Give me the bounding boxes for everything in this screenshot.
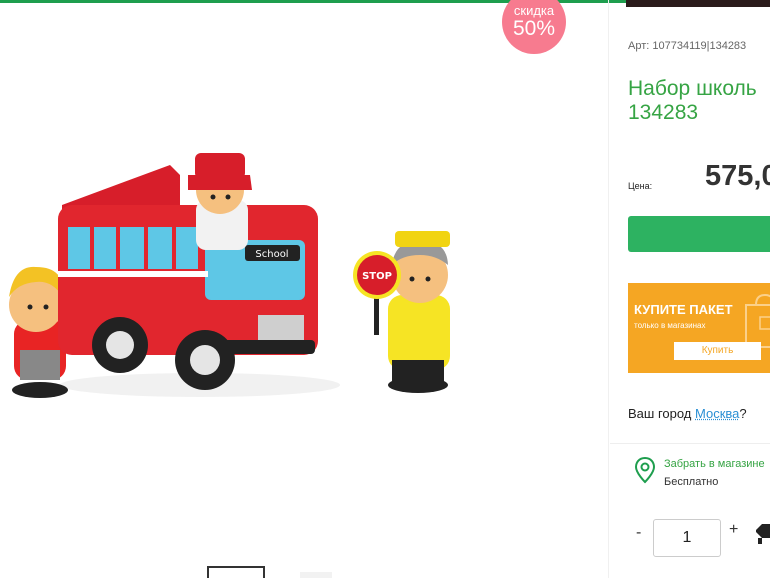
price-label: Цена: <box>628 181 652 191</box>
driver-figure <box>188 153 252 250</box>
city-suffix: ? <box>739 406 746 421</box>
city-prefix: Ваш город <box>628 406 695 421</box>
discount-label: скидка <box>502 3 566 18</box>
article-number: Арт: 107734119|134283 <box>628 40 746 52</box>
discount-badge: скидка 50% <box>502 0 566 54</box>
add-to-cart-button[interactable] <box>628 216 770 252</box>
header-thumbnail <box>626 0 770 7</box>
product-title-line2: 134283 <box>628 101 757 125</box>
promo-headline: КУПИТЕ ПАКЕТ <box>634 302 733 317</box>
location-pin-icon <box>634 456 656 484</box>
discount-value: 50% <box>502 17 566 41</box>
bus-sign-text: School <box>255 249 288 260</box>
favorite-icon[interactable] <box>754 520 770 544</box>
pickup-option[interactable]: Забрать в магазине <box>664 458 765 470</box>
quantity-increase-button[interactable]: + <box>729 521 738 539</box>
stop-sign-text: STOP <box>362 271 392 282</box>
product-title-line1: Набор школь <box>628 77 757 101</box>
product-title: Набор школь 134283 <box>628 77 757 125</box>
gallery-thumbnail[interactable] <box>300 572 332 578</box>
city-selector: Ваш город Москва? <box>628 406 747 421</box>
section-divider <box>610 443 770 444</box>
product-image[interactable]: School STOP <box>0 145 470 415</box>
product-price: 575,0 <box>705 160 770 193</box>
pickup-cost: Бесплатно <box>664 476 718 488</box>
promo-buy-button[interactable]: Купить <box>674 342 761 360</box>
quantity-decrease-button[interactable]: - <box>636 524 641 542</box>
crossing-guard-figure: STOP <box>353 231 450 393</box>
promo-banner[interactable]: КУПИТЕ ПАКЕТ только в магазинах Купить <box>628 283 770 373</box>
quantity-input[interactable]: 1 <box>653 519 721 557</box>
promo-subline: только в магазинах <box>634 321 705 330</box>
city-link[interactable]: Москва <box>695 406 739 421</box>
gallery-thumbnail-active[interactable] <box>207 566 265 578</box>
bus: School <box>58 165 318 390</box>
column-divider <box>608 0 609 578</box>
